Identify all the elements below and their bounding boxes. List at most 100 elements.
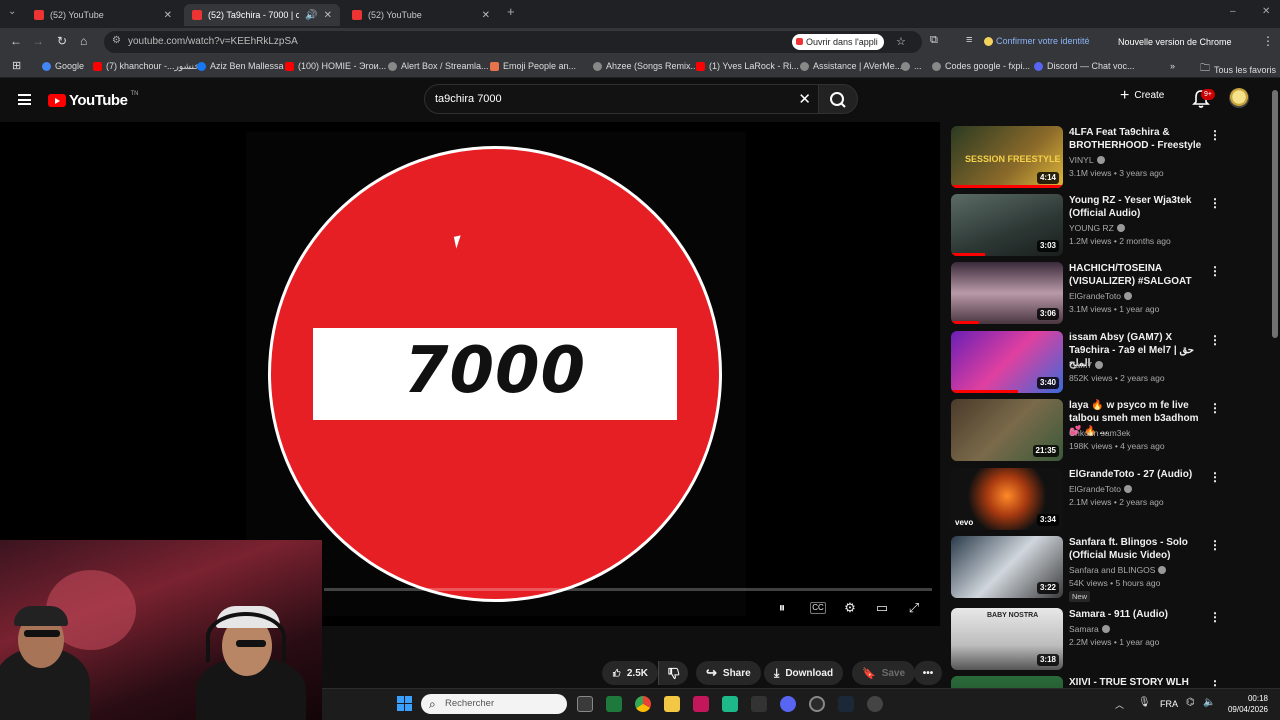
download-button[interactable]: ⤓ Download [764, 661, 844, 685]
video-thumbnail[interactable]: SESSION FREESTYLE 4:14 [951, 126, 1063, 188]
channel-name[interactable]: VINYL [1069, 155, 1094, 165]
bookmark-codes-google[interactable]: Codes google - fxpi... [932, 61, 1030, 71]
video-menu-icon[interactable]: ⋮ [1209, 196, 1221, 210]
media-control-icon[interactable]: ≡ [966, 34, 972, 46]
profile-icon[interactable] [984, 37, 993, 46]
channel-name[interactable]: Samara [1069, 624, 1099, 634]
steam-app-icon[interactable] [838, 696, 854, 712]
theater-mode-icon[interactable]: ▭ [874, 600, 890, 616]
recommended-video-2[interactable]: 3:03 Young RZ - Yeser Wja3tek (Official … [951, 194, 1251, 258]
stocks-app-icon[interactable] [606, 696, 622, 712]
reload-icon[interactable]: ↻ [57, 34, 67, 48]
page-scrollbar[interactable] [1272, 90, 1278, 338]
taskbar-clock[interactable]: 00:18 09/04/2026 [1222, 693, 1268, 715]
audio-playing-icon[interactable]: 🔊 [305, 10, 317, 21]
taskbar-search-input[interactable]: Rechercher [421, 694, 567, 714]
video-thumbnail[interactable] [951, 676, 1063, 688]
more-actions-button[interactable]: ••• [914, 661, 942, 685]
search-input[interactable]: ta9chira 7000 ✕ [424, 84, 820, 114]
bookmark-star-icon[interactable]: ☆ [896, 35, 906, 48]
tray-overflow-icon[interactable]: ︿ [1115, 698, 1124, 711]
bookmark-alertbox[interactable]: Alert Box / Streamla... [388, 61, 489, 71]
video-title[interactable]: XIIVI - TRUE STORY WLH [1069, 676, 1209, 688]
browser-tab-2-active[interactable]: (52) Ta9chira - 7000 | clash 🔊 ✕ [184, 4, 340, 26]
close-tab-icon[interactable]: ✕ [164, 10, 172, 21]
browser-tab-3[interactable]: (52) YouTube ✕ [344, 4, 498, 26]
extensions-icon[interactable]: ⧉ [930, 34, 938, 47]
microphone-icon[interactable]: 🎙 [1138, 697, 1151, 708]
video-title[interactable]: Samara - 911 (Audio) [1069, 608, 1209, 621]
video-title[interactable]: ElGrandeToto - 27 (Audio) [1069, 468, 1209, 481]
file-explorer-icon[interactable] [664, 696, 680, 712]
bookmark-google[interactable]: Google [42, 61, 84, 71]
video-thumbnail[interactable]: 3:06 [951, 262, 1063, 324]
volume-icon[interactable]: 🔈 [1203, 697, 1215, 708]
teal-app-icon[interactable] [722, 696, 738, 712]
search-button[interactable] [818, 84, 858, 114]
recommended-video-8[interactable]: BABY NOSTRA 3:18 Samara - 911 (Audio) Sa… [951, 608, 1251, 672]
bookmark-ahzee[interactable]: Ahzee (Songs Remix... [593, 61, 698, 71]
address-bar[interactable]: ⚙ youtube.com/watch?v=KEEhRkLzpSA Ouvrir… [104, 31, 922, 53]
like-button[interactable]: 2.5K [602, 661, 658, 685]
channel-name[interactable]: YOUNG RZ [1069, 223, 1114, 233]
video-menu-icon[interactable]: ⋮ [1209, 264, 1221, 278]
chrome-menu-icon[interactable]: ⋮ [1262, 34, 1274, 48]
bookmark-avermedia[interactable]: Assistance | AVerMe... [800, 61, 902, 71]
network-icon[interactable]: ⌬ [1186, 697, 1195, 708]
new-tab-icon[interactable]: + [507, 4, 515, 19]
clear-search-icon[interactable]: ✕ [798, 90, 811, 108]
bookmark-discord[interactable]: Discord — Chat voc... [1034, 61, 1135, 71]
video-menu-icon[interactable]: ⋮ [1209, 333, 1221, 347]
channel-name[interactable]: Gam7 [1069, 360, 1092, 370]
video-menu-icon[interactable]: ⋮ [1209, 610, 1221, 624]
chrome-app-icon[interactable] [635, 696, 651, 712]
red-app-icon[interactable] [693, 696, 709, 712]
video-thumbnail[interactable]: BABY NOSTRA 3:18 [951, 608, 1063, 670]
share-button[interactable]: ↪ Share [696, 661, 761, 685]
windows-start-icon[interactable] [397, 696, 412, 711]
bookmark-unnamed[interactable]: ... [901, 61, 922, 71]
autoplay-toggle-icon[interactable]: ⏸ [774, 600, 790, 616]
save-button[interactable]: 🔖 Save [852, 661, 916, 685]
minimize-icon[interactable]: – [1230, 6, 1236, 17]
all-bookmarks-folder[interactable]: 🗀 Tous les favoris [1200, 61, 1276, 78]
close-tab-icon[interactable]: ✕ [324, 10, 332, 21]
channel-name[interactable]: Sanfara and BLINGOS [1069, 565, 1155, 575]
forward-icon[interactable]: → [32, 34, 44, 48]
recommended-video-4[interactable]: 3:40 issam Absy (GAM7) X Ta9chira - 7a9 … [951, 331, 1251, 395]
video-title[interactable]: 4LFA Feat Ta9chira & BROTHERHOOD - Frees… [1069, 126, 1209, 152]
settings-app-icon[interactable] [867, 696, 883, 712]
create-button[interactable]: + Create [1120, 87, 1164, 103]
video-menu-icon[interactable]: ⋮ [1209, 538, 1221, 552]
home-icon[interactable]: ⌂ [80, 34, 87, 48]
settings-gear-icon[interactable]: ⚙ [842, 600, 858, 616]
video-menu-icon[interactable]: ⋮ [1209, 678, 1221, 688]
more-bookmarks-icon[interactable]: » [1170, 61, 1175, 71]
bookmark-emoji[interactable]: Emoji People an... [490, 61, 576, 71]
discord-taskbar-icon[interactable] [780, 696, 796, 712]
dark-app-icon[interactable] [751, 696, 767, 712]
recommended-video-6[interactable]: vevo 3:34 ElGrandeToto - 27 (Audio) ElGr… [951, 468, 1251, 532]
channel-name[interactable]: Chkoun sam3ek [1069, 428, 1130, 438]
task-view-icon[interactable] [577, 696, 593, 712]
video-thumbnail[interactable]: 3:03 [951, 194, 1063, 256]
video-title[interactable]: HACHICH/TOSEINA (VISUALIZER) #SALGOAT [1069, 262, 1209, 288]
video-menu-icon[interactable]: ⋮ [1209, 401, 1221, 415]
keyboard-language[interactable]: FRA [1160, 699, 1178, 709]
close-tab-icon[interactable]: ✕ [482, 10, 490, 21]
recommended-video-5[interactable]: 21:35 laya 🔥 w psyco m fe live talbou sm… [951, 399, 1251, 463]
video-menu-icon[interactable]: ⋮ [1209, 470, 1221, 484]
video-thumbnail[interactable]: 21:35 [951, 399, 1063, 461]
hamburger-menu-icon[interactable] [18, 94, 31, 105]
apps-grid-icon[interactable]: ⊞ [12, 59, 21, 72]
video-progress-bar[interactable] [324, 588, 932, 591]
confirm-identity-link[interactable]: Confirmer votre identité [996, 36, 1090, 46]
channel-name[interactable]: ElGrandeToto [1069, 291, 1121, 301]
recommended-video-1[interactable]: SESSION FREESTYLE 4:14 4LFA Feat Ta9chir… [951, 126, 1251, 190]
youtube-logo[interactable]: YouTube TN [48, 91, 138, 109]
video-thumbnail[interactable]: 3:40 [951, 331, 1063, 393]
video-thumbnail[interactable]: vevo 3:34 [951, 468, 1063, 530]
recommended-video-9[interactable]: XIIVI - TRUE STORY WLH ⋮ [951, 676, 1251, 688]
recommended-video-7[interactable]: 3:22 Sanfara ft. Blingos - Solo (Officia… [951, 536, 1251, 608]
tab-search-icon[interactable]: ⌄ [8, 6, 16, 17]
